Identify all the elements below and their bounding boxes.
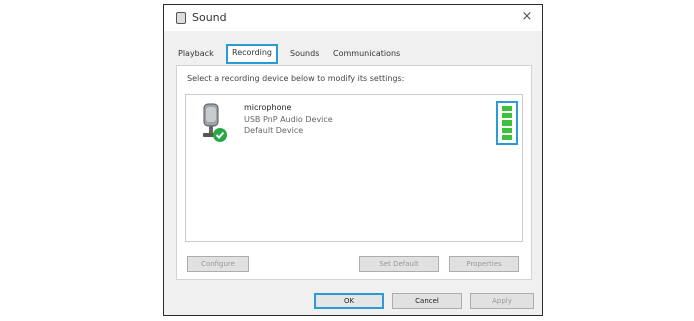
level-segment [502,113,512,119]
default-check-icon [213,128,227,142]
close-button[interactable]: × [518,8,536,26]
input-level-meter [496,101,518,145]
level-segment [502,120,512,126]
device-row-microphone[interactable]: microphone USB PnP Audio Device Default … [190,99,518,147]
microphone-icon [203,103,227,142]
window-title: Sound [192,11,227,24]
sound-dialog: Sound × Playback Recording Sounds Commun… [163,4,543,316]
properties-button[interactable]: Properties [449,256,519,272]
cancel-button[interactable]: Cancel [392,293,462,309]
configure-button[interactable]: Configure [187,256,249,272]
tab-sounds[interactable]: Sounds [290,45,319,63]
level-segment [502,127,512,133]
recording-panel: Select a recording device below to modif… [176,65,532,280]
device-status: Default Device [244,126,304,135]
tab-communications[interactable]: Communications [333,45,400,63]
instruction-text: Select a recording device below to modif… [187,74,405,83]
sound-app-icon [176,12,186,24]
device-description: USB PnP Audio Device [244,115,333,124]
device-list[interactable]: microphone USB PnP Audio Device Default … [185,94,523,242]
title-bar: Sound × [164,5,542,31]
apply-button[interactable]: Apply [470,293,534,309]
set-default-button[interactable]: Set Default [359,256,439,272]
tab-recording[interactable]: Recording [226,44,279,64]
ok-button[interactable]: OK [314,293,384,309]
level-segment [502,106,512,112]
tab-playback[interactable]: Playback [178,45,214,63]
device-name: microphone [244,103,292,112]
level-segment [502,134,512,141]
